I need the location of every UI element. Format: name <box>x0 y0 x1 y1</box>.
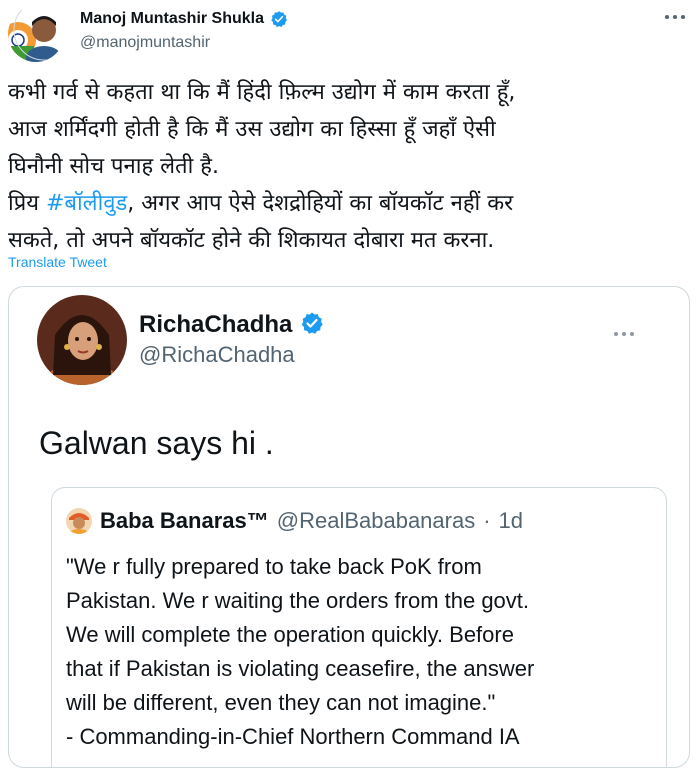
quoted-tweet-text: Galwan says hi . <box>39 425 274 461</box>
author-handle[interactable]: @manojmuntashir <box>80 34 210 52</box>
hashtag-link[interactable]: #बॉलीवुड <box>46 191 127 216</box>
inner-tweet-header: Baba Banaras™ @RealBababanaras · 1d <box>66 508 523 534</box>
quoted-tweet-card[interactable]: RichaChadha @RichaChadha Galwan says hi … <box>8 286 690 768</box>
author-name[interactable]: Manoj Muntashir Shukla <box>80 10 264 28</box>
tweet-line-suffix: , अगर आप ऐसे देशद्रोहियों का बॉयकॉट नहीं… <box>127 191 514 216</box>
quoted-name-row: RichaChadha <box>139 311 324 339</box>
inner-tweet-line: - Commanding-in-Chief Northern Command I… <box>66 724 520 749</box>
inner-tweet-line: We will complete the operation quickly. … <box>66 622 514 647</box>
verified-badge-icon <box>300 311 324 339</box>
tweet-line: सकते, तो अपने बॉयकॉट होने की शिकायत दोबा… <box>8 228 495 253</box>
tweet-line: कभी गर्व से कहता था कि मैं हिंदी फ़िल्म … <box>8 80 516 105</box>
translate-tweet-link[interactable]: Translate Tweet <box>8 254 107 270</box>
quoted-author-avatar[interactable] <box>37 295 127 385</box>
tweet-line: आज शर्मिंदगी होती है कि मैं उस उद्योग का… <box>8 117 496 142</box>
more-options-icon[interactable] <box>613 321 635 342</box>
inner-author-handle[interactable]: @RealBababanaras <box>277 508 475 534</box>
quoted-author-name[interactable]: RichaChadha <box>139 311 292 339</box>
inner-author-avatar[interactable] <box>66 508 92 534</box>
separator-dot: · <box>483 508 491 533</box>
inner-tweet-line: will be different, even they can not ima… <box>66 690 496 715</box>
inner-tweet-line: Pakistan. We r waiting the orders from t… <box>66 588 530 613</box>
inner-timestamp[interactable]: 1d <box>499 508 523 534</box>
more-options-icon[interactable] <box>664 10 686 21</box>
quoted-author-handle[interactable]: @RichaChadha <box>139 342 295 368</box>
inner-tweet-line: that if Pakistan is violating ceasefire,… <box>66 656 535 681</box>
inner-author-name[interactable]: Baba Banaras™ <box>100 508 269 534</box>
tweet-line: प्रिय #बॉलीवुड, अगर आप ऐसे देशद्रोहियों … <box>8 185 693 222</box>
inner-tweet-text: "We r fully prepared to take back PoK fr… <box>66 550 666 754</box>
verified-badge-icon <box>270 10 288 28</box>
tweet-text: कभी गर्व से कहता था कि मैं हिंदी फ़िल्म … <box>8 74 693 259</box>
tweet-line: घिनौनी सोच पनाह लेती है. <box>8 154 219 179</box>
tweet: Manoj Muntashir Shukla @manojmuntashir क… <box>0 0 700 768</box>
tweet-line-prefix: प्रिय <box>8 191 46 216</box>
inner-tweet-line: "We r fully prepared to take back PoK fr… <box>66 554 482 579</box>
author-name-row: Manoj Muntashir Shukla <box>80 10 288 28</box>
inner-quoted-tweet[interactable]: Baba Banaras™ @RealBababanaras · 1d "We r … <box>51 487 667 767</box>
author-avatar[interactable] <box>8 6 64 62</box>
